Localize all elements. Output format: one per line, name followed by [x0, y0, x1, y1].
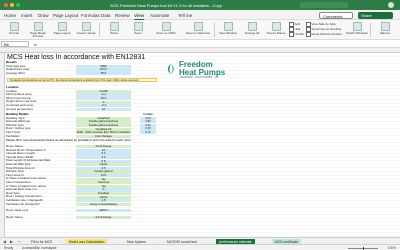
zoom-icon: [133, 22, 143, 31]
arrange-all-button[interactable]: Arrange All: [240, 21, 264, 39]
switch-windows-button[interactable]: Switch Windows: [345, 21, 369, 39]
table-row: Ventilation Air changes/hr Living rooms/H…: [6, 203, 211, 207]
table-row: Room Name Front lounge: [6, 216, 211, 220]
tab-tell-me[interactable]: Tell me: [178, 13, 192, 18]
ribbon-divider: [214, 23, 215, 37]
worksheet-grid[interactable]: MCS Heat loss In accordance with EN12831…: [5, 53, 400, 237]
table-row: Room Heat Loss 1063.2: [6, 209, 211, 213]
window-title: 2021 Freedom Heat Pumps tool kit V1.3 fo…: [110, 2, 222, 8]
comments-button[interactable]: Comments: [319, 11, 353, 19]
freedom-heat-pumps-logo: Freedom Heat Pumps FREEDOM · HEAT PUMPS …: [165, 60, 237, 82]
ribbon-view: Normal Page Break Preview Page Layout Cu…: [0, 20, 400, 40]
close-window-button[interactable]: [4, 3, 8, 7]
status-ready: Ready: [4, 245, 14, 250]
reset-position-checkbox[interactable]: Reset Window Position: [306, 32, 343, 37]
zoom-100-button[interactable]: Zoom to 100%: [150, 21, 182, 39]
normal-view-button[interactable]: Normal: [2, 21, 26, 39]
tab-home[interactable]: Home: [4, 13, 16, 18]
formula-bar: B6 fx: [0, 40, 400, 48]
show-icon: [109, 22, 119, 31]
page-break-preview-button[interactable]: Page Break Preview: [26, 21, 50, 39]
search-box[interactable]: [300, 2, 348, 8]
tab-insert[interactable]: Insert: [21, 13, 32, 18]
zoom-selection-button[interactable]: Zoom to Selection: [184, 21, 212, 39]
tab-view[interactable]: View: [134, 13, 145, 20]
freeze-panes-button[interactable]: Freeze Panes: [264, 21, 288, 39]
zoom-slider-thumb[interactable]: [362, 246, 364, 250]
new-window-icon: [223, 22, 233, 31]
ribbon-divider: [370, 23, 371, 37]
freeze-panes-icon: [271, 22, 281, 31]
custom-views-button[interactable]: Custom Views: [74, 21, 98, 39]
page-layout-view-button[interactable]: Page Layout: [50, 21, 74, 39]
fx-icon[interactable]: fx: [34, 42, 37, 47]
tab-draw[interactable]: Draw: [38, 13, 49, 18]
u-value-cell: 0.70: [140, 131, 210, 135]
design-temperature-note: No design temperatures are set to 0°C, t…: [7, 78, 157, 82]
side-by-side-checkbox[interactable]: View Side by Side: [306, 22, 336, 27]
table-row: Ground temperature 10: [6, 108, 211, 112]
tab-data[interactable]: Data: [101, 13, 111, 18]
title-bar: 2021 Freedom Heat Pumps tool kit V1.3 fo…: [0, 0, 400, 10]
macros-button[interactable]: Macros: [373, 21, 397, 39]
zoom-selection-icon: [193, 22, 203, 31]
tab-automate[interactable]: Automate: [150, 13, 169, 18]
switch-windows-icon: [352, 22, 362, 31]
share-button[interactable]: Share: [358, 11, 393, 19]
custom-views-icon: [81, 22, 91, 31]
page-break-icon: [33, 22, 43, 31]
sync-scrolling-checkbox[interactable]: Synchronous Scrolling: [306, 27, 342, 32]
unhide-checkbox[interactable]: Unhide: [289, 32, 305, 37]
new-window-button[interactable]: New Window: [216, 21, 240, 39]
status-bar: Ready Accessibility: Investigate 100%: [0, 244, 400, 250]
normal-view-icon: [9, 22, 19, 31]
logo-mark-icon: [168, 64, 174, 74]
sheet-tabs-bar: ◀ ▶ + Fill in for MCS Heat Loss Calculat…: [0, 237, 400, 245]
ribbon-divider: [99, 23, 100, 37]
tab-formulas[interactable]: Formulas: [81, 13, 100, 18]
maximize-window-button[interactable]: [16, 3, 20, 7]
ribbon-tabs: Home Insert Draw Page Layout Formulas Da…: [0, 10, 400, 20]
page-layout-icon: [57, 22, 67, 31]
zoom-button[interactable]: Zoom: [126, 21, 150, 39]
accessibility-status[interactable]: Accessibility: Investigate: [22, 246, 57, 250]
sheet-heading: MCS Heat loss In accordance with EN12831: [7, 54, 146, 61]
hide-checkbox[interactable]: Hide: [289, 27, 301, 32]
account-avatar[interactable]: [388, 2, 394, 8]
tab-review[interactable]: Review: [115, 13, 130, 18]
macros-icon: [380, 22, 390, 31]
minimize-window-button[interactable]: [10, 3, 14, 7]
split-checkbox[interactable]: Split: [289, 22, 301, 27]
zoom-100-icon: [161, 22, 171, 31]
zoom-level[interactable]: 100%: [388, 246, 396, 250]
show-button[interactable]: Show: [102, 21, 126, 39]
arrange-all-icon: [247, 22, 257, 31]
rooms-instruction: Please fill in room dimensions below as …: [6, 138, 131, 142]
tab-page-layout[interactable]: Page Layout: [53, 13, 78, 18]
name-box[interactable]: B6: [1, 41, 29, 47]
